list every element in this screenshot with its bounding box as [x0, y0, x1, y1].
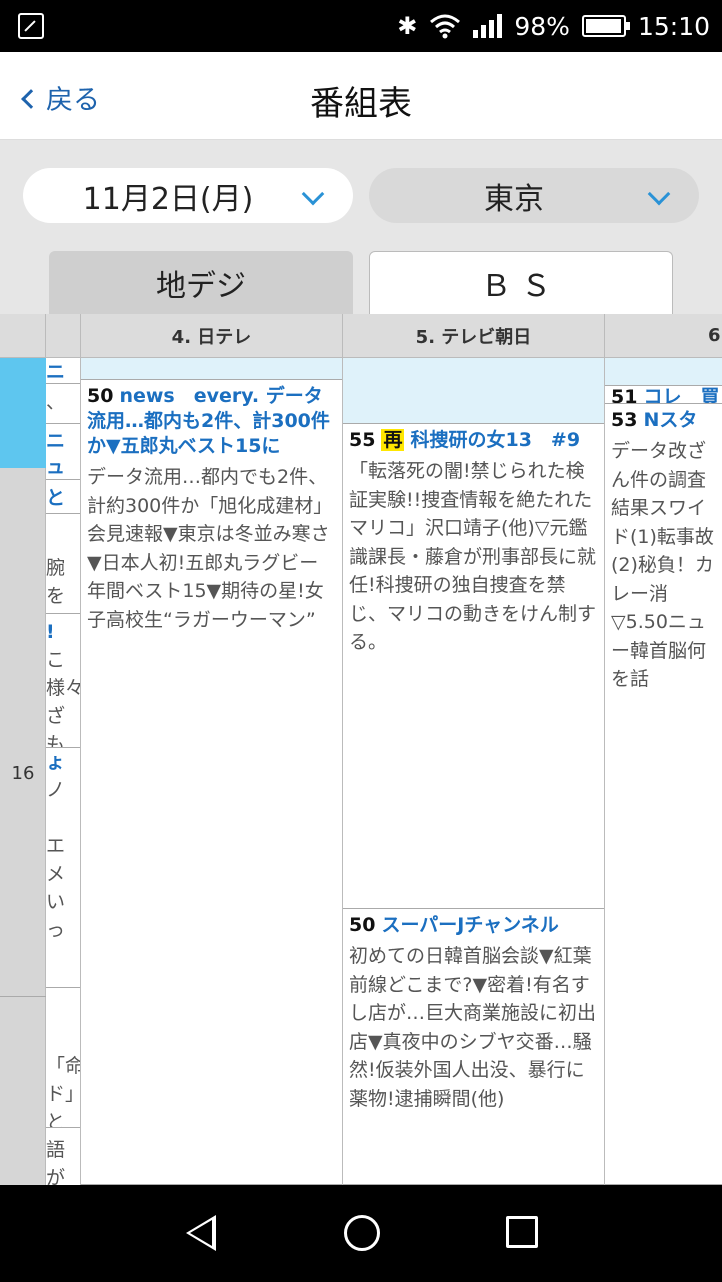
- program-cell[interactable]: 50 スーパーJチャンネル 初めての日韓首脳会談▼紅葉前線どこまで?▼密着!有名す…: [343, 909, 604, 1185]
- program-fragment[interactable]: !こ様々ざもの: [46, 618, 80, 748]
- battery-percent: 98%: [514, 11, 570, 41]
- date-selector[interactable]: 11月2日(月): [23, 168, 353, 223]
- area-value: 東京: [484, 181, 544, 217]
- channel-column-tvasahi: 55 再科捜研の女13 #9 「転落死の闇!禁じられた検証実験!!捜査情報を絶たれ…: [343, 358, 605, 1185]
- navigation-bar: [0, 1185, 722, 1282]
- status-bar: ✱ 98% 15:10: [0, 0, 722, 52]
- program-fragment[interactable]: 語が: [46, 1128, 80, 1185]
- current-time-marker: [0, 358, 46, 468]
- program-grid: 4. 日テレ 5. テレビ朝日 6. 16 ニ 、 ニュ と 腕をキ !こ様々ざ…: [0, 314, 722, 1185]
- date-value: 11月2日(月): [82, 181, 254, 217]
- channel-header-ntv[interactable]: 4. 日テレ: [81, 314, 343, 358]
- channel-header-partial: [46, 314, 81, 358]
- program-cell[interactable]: 55 再科捜研の女13 #9 「転落死の闇!禁じられた検証実験!!捜査情報を絶たれ…: [343, 424, 604, 909]
- signal-icon: [473, 14, 503, 38]
- program-fragment[interactable]: ニュ: [46, 428, 80, 480]
- program-fragment[interactable]: 腕をキ: [46, 554, 80, 614]
- program-fragment[interactable]: 、: [46, 388, 80, 424]
- bluetooth-icon: ✱: [397, 12, 418, 40]
- program-title: 55 再科捜研の女13 #9: [349, 429, 581, 451]
- chevron-down-icon: [301, 182, 325, 206]
- program-description: データ改ざん件の調査結果スワイド(1)転事故(2)秘負！カレー消▽5.50ニュー…: [611, 440, 714, 690]
- hour-label: 16: [11, 763, 35, 784]
- program-cell[interactable]: 50 news every. データ流用…都内も2件、計300件か▼五郎丸ベスト1…: [81, 380, 342, 1185]
- tab-terrestrial[interactable]: 地デジ: [49, 251, 353, 314]
- page-title: 番組表: [310, 84, 412, 124]
- nav-back-icon[interactable]: [186, 1215, 216, 1251]
- program-title: 50 news every. データ流用…都内も2件、計300件か▼五郎丸ベスト1…: [87, 385, 330, 457]
- area-selector[interactable]: 東京: [369, 168, 699, 223]
- program-title: 50 スーパーJチャンネル: [349, 914, 559, 936]
- image-notification-icon: [18, 13, 44, 39]
- channel-column-next: 51 コレ 買 53 Nスタ データ改ざん件の調査結果スワイド(1)転事故(2)秘負…: [605, 358, 722, 1185]
- tab-bs[interactable]: ＢＳ: [369, 251, 673, 314]
- program-fragment[interactable]: 「命ド」とま: [46, 992, 80, 1128]
- channel-column-partial: ニ 、 ニュ と 腕をキ !こ様々ざもの ょノエメいっ 「命ド」とま 語が: [46, 358, 81, 1185]
- program-cell[interactable]: 51 コレ 買: [605, 386, 722, 404]
- rerun-badge: 再: [381, 429, 405, 451]
- app-header: 戻る 番組表: [0, 52, 722, 140]
- wifi-icon: [429, 13, 461, 39]
- program-cell-empty: [343, 358, 604, 424]
- nav-home-icon[interactable]: [344, 1215, 380, 1251]
- channel-column-ntv: 50 news every. データ流用…都内も2件、計300件か▼五郎丸ベスト1…: [81, 358, 343, 1185]
- program-description: 初めての日韓首脳会談▼紅葉前線どこまで?▼密着!有名すし店が…巨大商業施設に初出…: [349, 945, 597, 1110]
- program-fragment[interactable]: ょノエメ いっ: [46, 748, 80, 988]
- chevron-down-icon: [647, 182, 671, 206]
- clock: 15:10: [637, 11, 710, 41]
- program-fragment[interactable]: ニ: [46, 358, 80, 384]
- program-description: 「転落死の闇!禁じられた検証実験!!捜査情報を絶たれたマリコ」沢口靖子(他)▽元…: [349, 460, 597, 653]
- program-description: データ流用…都内でも2件、計約300件か「旭化成建材」会見速報▼東京は冬並み寒さ…: [87, 466, 333, 631]
- filter-area: 11月2日(月) 東京 地デジ ＢＳ: [0, 140, 722, 314]
- nav-recents-icon[interactable]: [506, 1216, 538, 1248]
- program-cell[interactable]: 53 Nスタ データ改ざん件の調査結果スワイド(1)転事故(2)秘負！カレー消▽5…: [605, 404, 722, 1185]
- time-header: [0, 314, 46, 358]
- time-column: 16: [0, 358, 46, 1185]
- program-fragment[interactable]: と: [46, 484, 80, 514]
- channel-header-tvasahi[interactable]: 5. テレビ朝日: [343, 314, 605, 358]
- hour-divider: [0, 996, 46, 997]
- channel-header-next[interactable]: 6.: [605, 314, 722, 358]
- program-title: 51 コレ 買: [611, 386, 720, 404]
- program-title: 53 Nスタ: [611, 409, 698, 431]
- battery-icon: [581, 15, 630, 37]
- program-cell-empty: [81, 358, 342, 380]
- program-cell-empty: [605, 358, 722, 386]
